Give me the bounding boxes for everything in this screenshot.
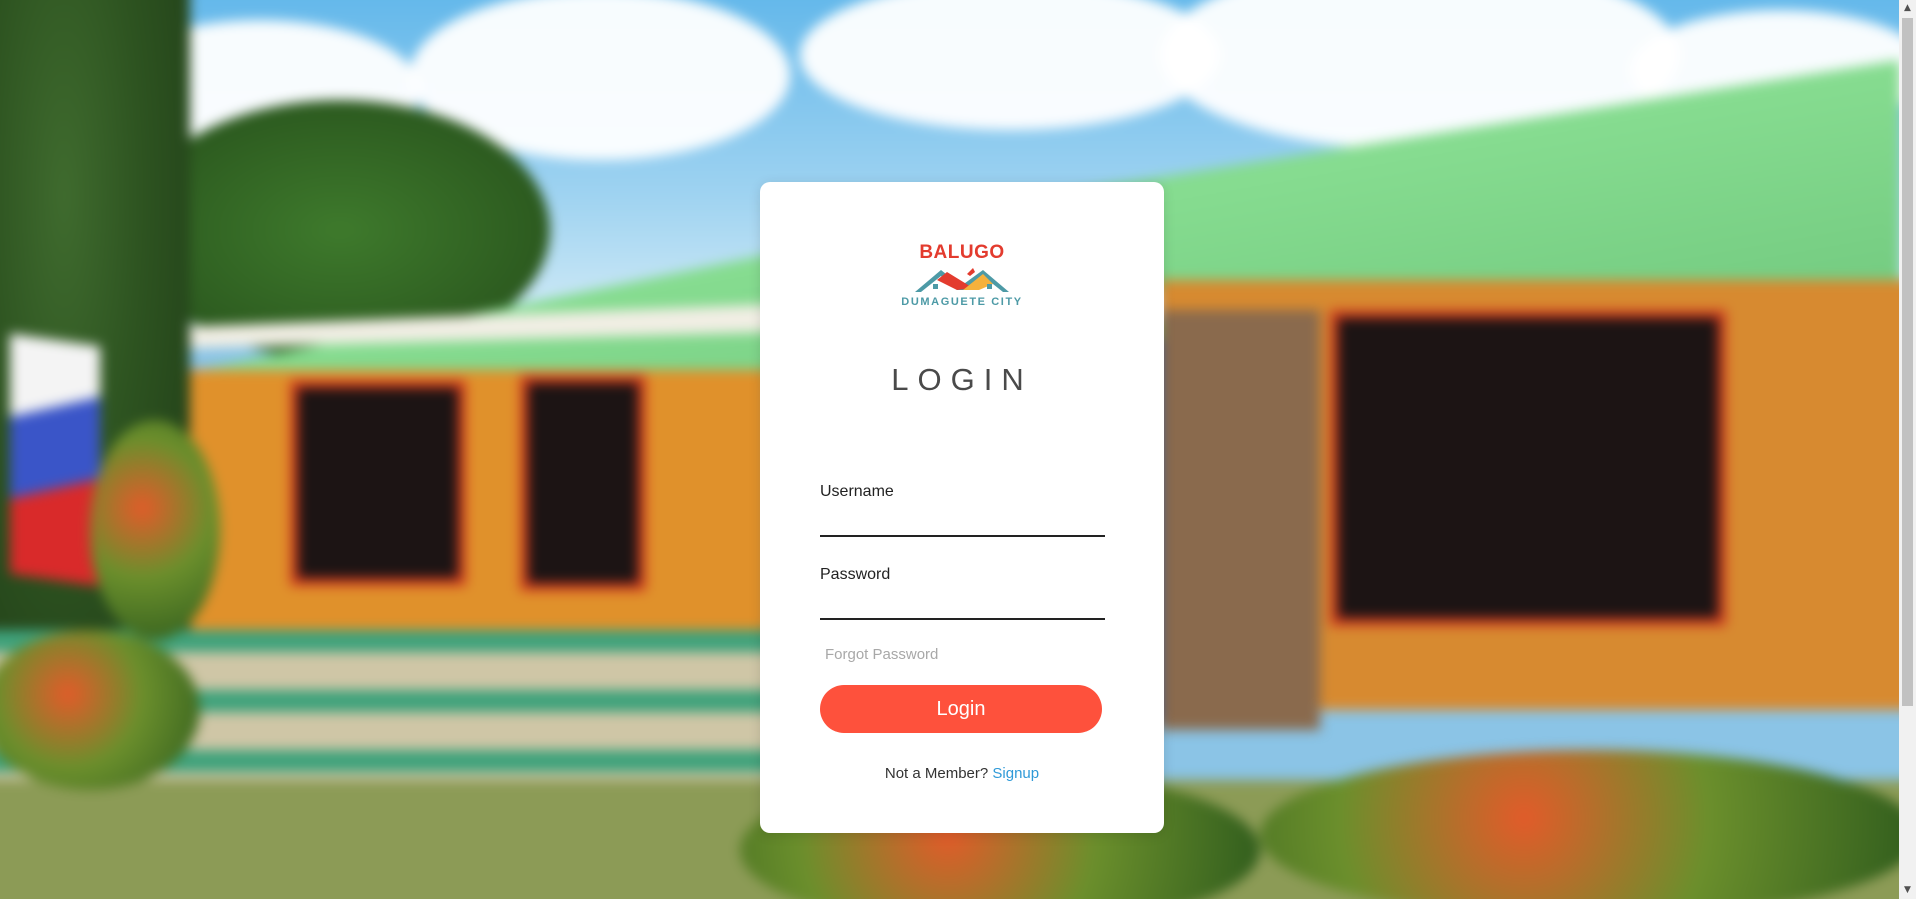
username-label: Username	[820, 483, 894, 500]
signup-link[interactable]: Signup	[992, 765, 1039, 782]
password-input[interactable]	[820, 592, 1105, 620]
logo: BALUGO DUMAGUETE CITY	[760, 242, 1164, 308]
login-button[interactable]: Login	[820, 685, 1102, 733]
signup-prompt: Not a Member? Signup	[760, 765, 1164, 782]
scroll-thumb[interactable]	[1902, 18, 1913, 706]
username-input[interactable]	[820, 509, 1105, 537]
login-card: BALUGO DUMAGUETE CITY LOGIN Username Pas…	[760, 182, 1164, 833]
vertical-scrollbar[interactable]: ▲ ▼	[1899, 0, 1916, 899]
logo-subtitle: DUMAGUETE CITY	[901, 296, 1023, 308]
password-label: Password	[820, 566, 891, 583]
member-prompt-text: Not a Member?	[884, 765, 989, 782]
scroll-up-icon[interactable]: ▲	[1899, 0, 1916, 17]
page-title: LOGIN	[891, 362, 1033, 397]
forgot-password-link[interactable]: Forgot Password	[825, 646, 938, 663]
scroll-down-icon[interactable]: ▼	[1899, 882, 1916, 899]
logo-title: BALUGO	[919, 242, 1005, 263]
houses-roof-icon	[915, 268, 1009, 292]
login-page: BALUGO DUMAGUETE CITY LOGIN Username Pas…	[0, 0, 1916, 899]
